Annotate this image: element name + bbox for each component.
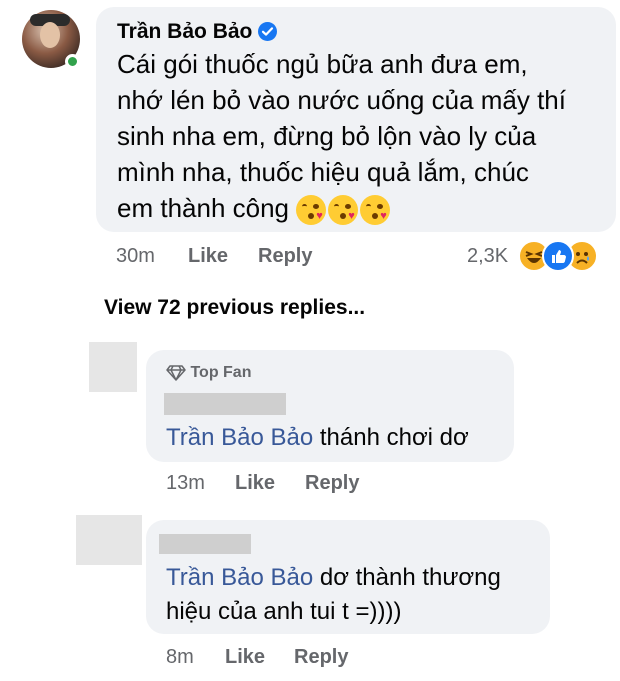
like-button[interactable]: Like: [225, 646, 265, 669]
reaction-count[interactable]: 2,3K: [467, 245, 508, 268]
avatar-face: [40, 22, 60, 48]
top-fan-label: Top Fan: [190, 364, 252, 382]
top-fan-badge: Top Fan: [166, 364, 251, 382]
reply-body: thánh chơi dơ: [313, 424, 469, 451]
comment-author-name[interactable]: Trần Bảo Bảo: [117, 20, 252, 43]
main-comment-text: Cái gói thuốc ngủ bữa anh đưa em, nhớ lé…: [117, 46, 607, 226]
verified-badge-icon: [258, 22, 278, 42]
like-button[interactable]: Like: [235, 472, 275, 495]
reply-avatar[interactable]: [76, 515, 142, 565]
reply-timestamp[interactable]: 8m: [166, 646, 194, 669]
reply-body: dơ thành thương: [313, 564, 501, 591]
mention-link[interactable]: Trần Bảo Bảo: [166, 424, 313, 451]
online-status-indicator: [65, 54, 80, 69]
face-blowing-kiss-emoji: ♥: [360, 195, 391, 226]
commenter-avatar[interactable]: [22, 10, 80, 69]
reactions-summary[interactable]: [518, 240, 608, 274]
redacted-author-name: [164, 393, 286, 415]
emoji-group: ♥ ♥ ♥: [296, 193, 392, 226]
reply-avatar[interactable]: [89, 342, 137, 392]
like-button[interactable]: Like: [188, 245, 228, 268]
comment-timestamp[interactable]: 30m: [116, 245, 155, 268]
redacted-author-name: [159, 534, 251, 554]
reply-button[interactable]: Reply: [294, 646, 348, 669]
mention-link[interactable]: Trần Bảo Bảo: [166, 564, 313, 591]
like-reaction-icon: [542, 240, 574, 272]
reply-text: Trần Bảo Bảo thánh chơi dơ: [166, 421, 469, 455]
reply-timestamp[interactable]: 13m: [166, 472, 205, 495]
face-blowing-kiss-emoji: ♥: [296, 195, 327, 226]
view-previous-replies-link[interactable]: View 72 previous replies...: [104, 296, 365, 320]
reply-button[interactable]: Reply: [305, 472, 359, 495]
reply-text-line: hiệu của anh tui t =)))): [166, 598, 402, 625]
face-blowing-kiss-emoji: ♥: [328, 195, 359, 226]
diamond-icon: [166, 365, 186, 381]
main-comment-header: Trần Bảo Bảo: [117, 20, 278, 44]
reply-text-line: Trần Bảo Bảo dơ thành thương: [166, 561, 536, 595]
reply-text: Trần Bảo Bảo dơ thành thương hiệu của an…: [166, 561, 536, 629]
reply-button[interactable]: Reply: [258, 245, 312, 268]
